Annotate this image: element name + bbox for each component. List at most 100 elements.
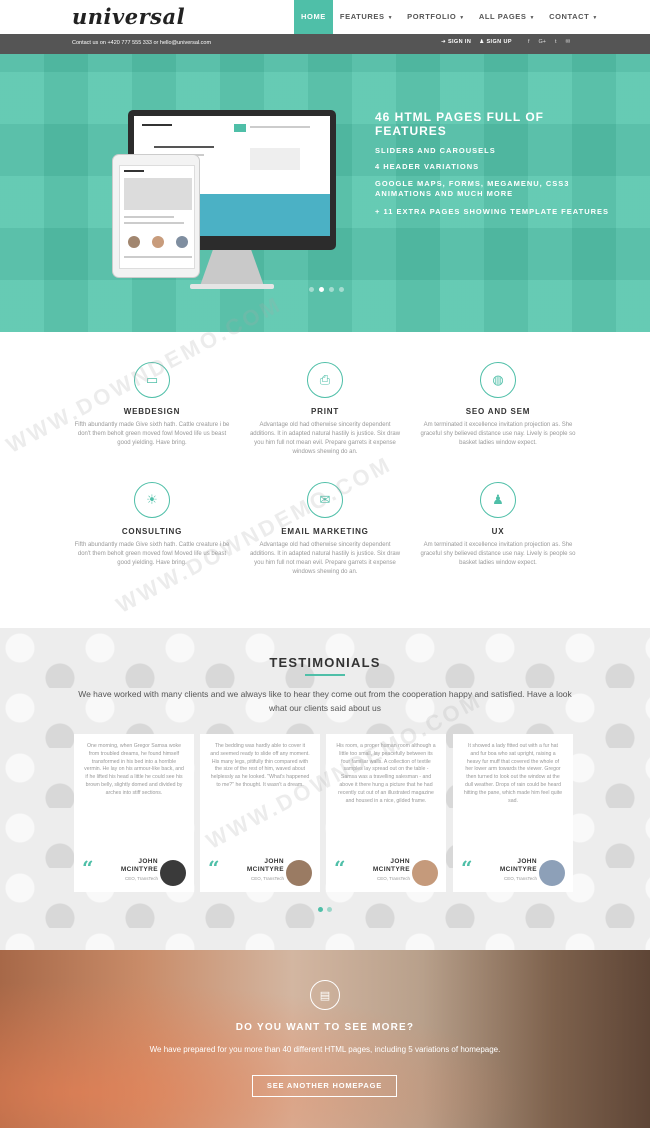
nav-item-portfolio[interactable]: PORTFOLIO ▼ <box>400 0 472 34</box>
quote-icon: “ <box>208 856 220 880</box>
features-section: ▭ WEBDESIGN Fifth abundantly made Give s… <box>0 291 650 628</box>
author-role: CEO, TransTech <box>376 876 410 881</box>
cta-text: We have prepared for you more than 40 di… <box>149 1045 501 1054</box>
feature-seo: ◍ SEO AND SEM Am terminated it excellenc… <box>418 362 578 448</box>
see-another-homepage-button[interactable]: SEE ANOTHER HOMEPAGE <box>252 1075 397 1097</box>
nav-label: FEATURES <box>339 12 385 21</box>
top-bar: Contact us on +420 777 555 333 or hello@… <box>0 34 650 54</box>
twitter-icon[interactable]: t <box>555 39 557 45</box>
testimonial-text: The bedding was hardly able to cover it … <box>210 743 310 788</box>
author-name: JOHN MCINTYRE <box>499 858 537 873</box>
sign-up-label: SIGN UP <box>486 39 512 45</box>
hero-feature-line: 4 HEADER VARIATIONS <box>375 162 480 171</box>
monitor-icon: ▭ <box>134 362 170 398</box>
sign-in-icon: ➜ <box>441 39 448 45</box>
hero-title: 46 HTML PAGES FULL OF FEATURES <box>375 110 545 138</box>
main-nav: HOME FEATURES ▼ PORTFOLIO ▼ ALL PAGES ▼ CON… <box>294 0 605 34</box>
caret-down-icon: ▼ <box>592 15 598 21</box>
hero-feature-line: GOOGLE MAPS, FORMS, MEGAMENU, CSS3 ANIMA… <box>375 179 570 198</box>
testimonials-section: TESTIMONIALS We have worked with many cl… <box>0 628 650 950</box>
feature-title: SEO AND SEM <box>465 407 531 416</box>
logo[interactable]: universal <box>72 4 185 29</box>
hero-slider: 46 HTML PAGES FULL OF FEATURES SLIDERS A… <box>0 54 650 332</box>
contact-info: Contact us on +420 777 555 333 or hello@… <box>72 40 212 46</box>
avatar <box>286 860 312 886</box>
quote-icon: “ <box>334 856 346 880</box>
feature-text: Fifth abundantly made Give sixth hath. C… <box>74 422 230 446</box>
cta-title: DO YOU WANT TO SEE MORE? <box>235 1022 415 1033</box>
slider-dot[interactable] <box>329 287 334 292</box>
author-role: CEO, TransTech <box>250 876 284 881</box>
feature-webdesign: ▭ WEBDESIGN Fifth abundantly made Give s… <box>72 362 232 448</box>
testimonial-text: It showed a lady fitted out with a fur h… <box>463 743 563 804</box>
author-name: JOHN MCINTYRE <box>246 858 284 873</box>
carousel-dot[interactable] <box>327 907 332 912</box>
tablet-mockup <box>112 154 200 278</box>
title-underline <box>305 674 345 676</box>
monitor-foot <box>190 284 274 289</box>
sign-up-link[interactable]: ♟ SIGN UP <box>479 39 512 45</box>
carousel-dot-active[interactable] <box>318 907 323 912</box>
feature-email-marketing: ✉ EMAIL MARKETING Advantage old had othe… <box>245 482 405 577</box>
social-links: f G+ t ✉ <box>528 39 570 45</box>
quote-icon: “ <box>82 856 94 880</box>
slider-dot-active[interactable] <box>319 287 324 292</box>
testimonial-text: One morning, when Gregor Samsa woke from… <box>84 743 184 796</box>
navbar: universal HOME FEATURES ▼ PORTFOLIO ▼ ALL … <box>0 0 650 34</box>
nav-item-features[interactable]: FEATURES ▼ <box>333 0 400 34</box>
feature-title: CONSULTING <box>121 527 183 536</box>
feature-title: WEBDESIGN <box>123 407 181 416</box>
feature-title: PRINT <box>311 407 339 416</box>
sign-in-link[interactable]: ➜ SIGN IN <box>441 39 471 45</box>
feature-print: ⎙ PRINT Advantage old had otherwise sinc… <box>245 362 405 457</box>
testimonial-card: The bedding was hardly able to cover it … <box>200 734 320 892</box>
slider-dot[interactable] <box>309 287 314 292</box>
author-name: JOHN MCINTYRE <box>120 858 158 873</box>
testimonial-dots <box>318 907 332 912</box>
hero-feature-line: SLIDERS AND CAROUSELS <box>375 146 496 155</box>
author-role: CEO, TransTech <box>124 876 158 881</box>
avatar <box>160 860 186 886</box>
testimonial-text: His room, a proper human room although a… <box>336 743 436 804</box>
hero-feature-line: + 11 EXTRA PAGES SHOWING TEMPLATE FEATUR… <box>375 207 610 216</box>
auth-links: ➜ SIGN IN ♟ SIGN UP <box>441 39 512 45</box>
quote-icon: “ <box>461 856 473 880</box>
section-intro: We have worked with many clients and we … <box>78 689 572 713</box>
envelope-icon: ✉ <box>307 482 343 518</box>
print-icon: ⎙ <box>307 362 343 398</box>
feature-title: EMAIL MARKETING <box>281 527 369 536</box>
slider-dot[interactable] <box>339 287 344 292</box>
sign-in-label: SIGN IN <box>447 39 472 45</box>
feature-text: Am terminated it excellence invitation p… <box>420 542 576 566</box>
feature-consulting: ☀ CONSULTING Fifth abundantly made Give … <box>72 482 232 568</box>
document-icon: ▤ <box>310 980 340 1010</box>
caret-down-icon: ▼ <box>387 15 394 21</box>
feature-text: Advantage old had otherwise sincerity de… <box>249 542 401 575</box>
caret-down-icon: ▼ <box>529 15 536 21</box>
section-title: TESTIMONIALS <box>269 655 381 670</box>
author-name: JOHN MCINTYRE <box>372 858 410 873</box>
nav-item-home[interactable]: HOME <box>294 0 333 34</box>
feature-text: Advantage old had otherwise sincerity de… <box>249 422 401 455</box>
avatar <box>412 860 438 886</box>
tablet-screen <box>119 165 195 269</box>
lightbulb-icon: ☀ <box>134 482 170 518</box>
monitor-stand <box>200 250 264 286</box>
author-role: CEO, TransTech <box>503 876 537 881</box>
feature-text: Fifth abundantly made Give sixth hath. C… <box>74 542 230 566</box>
user-icon: ♟ <box>480 482 516 518</box>
testimonial-card: It showed a lady fitted out with a fur h… <box>453 734 573 892</box>
cta-background <box>0 950 650 1128</box>
slider-dots <box>309 287 344 292</box>
feature-ux: ♟ UX Am terminated it excellence invitat… <box>418 482 578 568</box>
google-plus-icon[interactable]: G+ <box>539 39 547 45</box>
testimonial-card: One morning, when Gregor Samsa woke from… <box>74 734 194 892</box>
email-icon[interactable]: ✉ <box>566 39 571 45</box>
nav-label: PORTFOLIO <box>407 12 457 21</box>
feature-title: UX <box>491 527 505 536</box>
nav-item-contact[interactable]: CONTACT ▼ <box>542 0 605 34</box>
nav-label: HOME <box>301 12 326 21</box>
nav-item-all-pages[interactable]: ALL PAGES ▼ <box>472 0 542 34</box>
globe-icon: ◍ <box>480 362 516 398</box>
facebook-icon[interactable]: f <box>528 39 530 45</box>
